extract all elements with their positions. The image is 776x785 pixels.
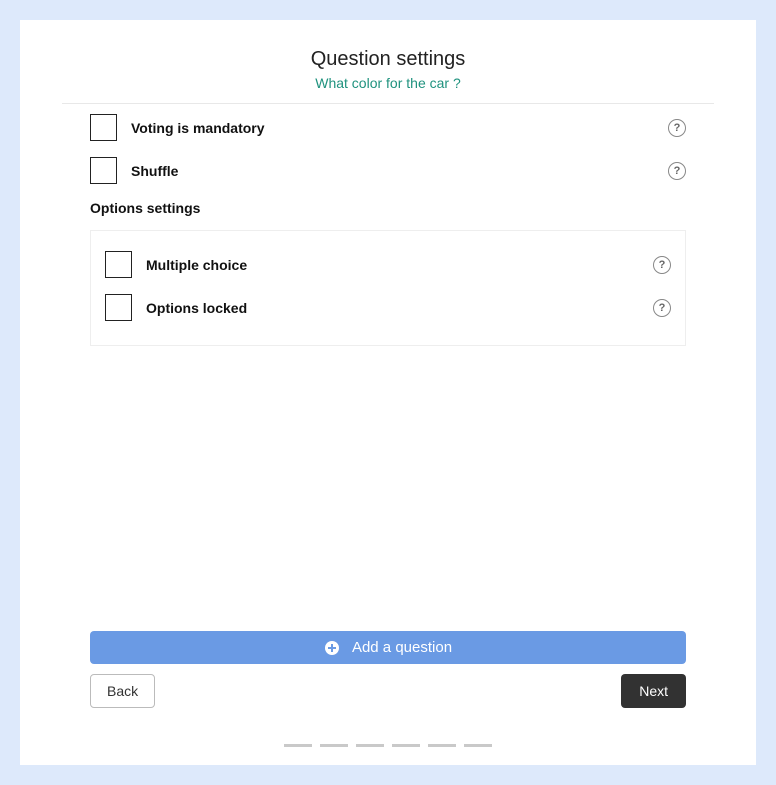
help-icon[interactable]: ? — [653, 256, 671, 274]
options-heading: Options settings — [90, 200, 686, 216]
page-title: Question settings — [20, 48, 756, 71]
setting-row-shuffle: Shuffle ? — [90, 157, 686, 184]
checkbox-options-locked[interactable] — [105, 294, 132, 321]
label-shuffle: Shuffle — [131, 163, 668, 179]
question-subtitle: What color for the car ? — [20, 75, 756, 91]
step-dot — [284, 744, 312, 747]
plus-circle-icon — [324, 640, 340, 656]
step-indicator — [90, 744, 686, 747]
step-dot — [464, 744, 492, 747]
content-area: Voting is mandatory ? Shuffle ? Options … — [20, 114, 756, 631]
header: Question settings What color for the car… — [20, 48, 756, 91]
help-icon[interactable]: ? — [653, 299, 671, 317]
settings-card: Question settings What color for the car… — [20, 20, 756, 765]
options-panel: Multiple choice ? Options locked ? — [90, 230, 686, 346]
add-question-label: Add a question — [352, 639, 452, 656]
back-button[interactable]: Back — [90, 674, 155, 708]
setting-row-voting-mandatory: Voting is mandatory ? — [90, 114, 686, 141]
step-dot — [392, 744, 420, 747]
next-button[interactable]: Next — [621, 674, 686, 708]
step-dot — [428, 744, 456, 747]
checkbox-shuffle[interactable] — [90, 157, 117, 184]
step-dot — [320, 744, 348, 747]
option-row-options-locked: Options locked ? — [105, 294, 671, 321]
footer: Add a question Back Next — [20, 631, 756, 747]
step-dot — [356, 744, 384, 747]
checkbox-multiple-choice[interactable] — [105, 251, 132, 278]
nav-row: Back Next — [90, 674, 686, 708]
help-icon[interactable]: ? — [668, 162, 686, 180]
option-row-multiple-choice: Multiple choice ? — [105, 251, 671, 278]
label-options-locked: Options locked — [146, 300, 653, 316]
checkbox-voting-mandatory[interactable] — [90, 114, 117, 141]
help-icon[interactable]: ? — [668, 119, 686, 137]
divider — [62, 103, 714, 104]
add-question-button[interactable]: Add a question — [90, 631, 686, 664]
label-multiple-choice: Multiple choice — [146, 257, 653, 273]
label-voting-mandatory: Voting is mandatory — [131, 120, 668, 136]
